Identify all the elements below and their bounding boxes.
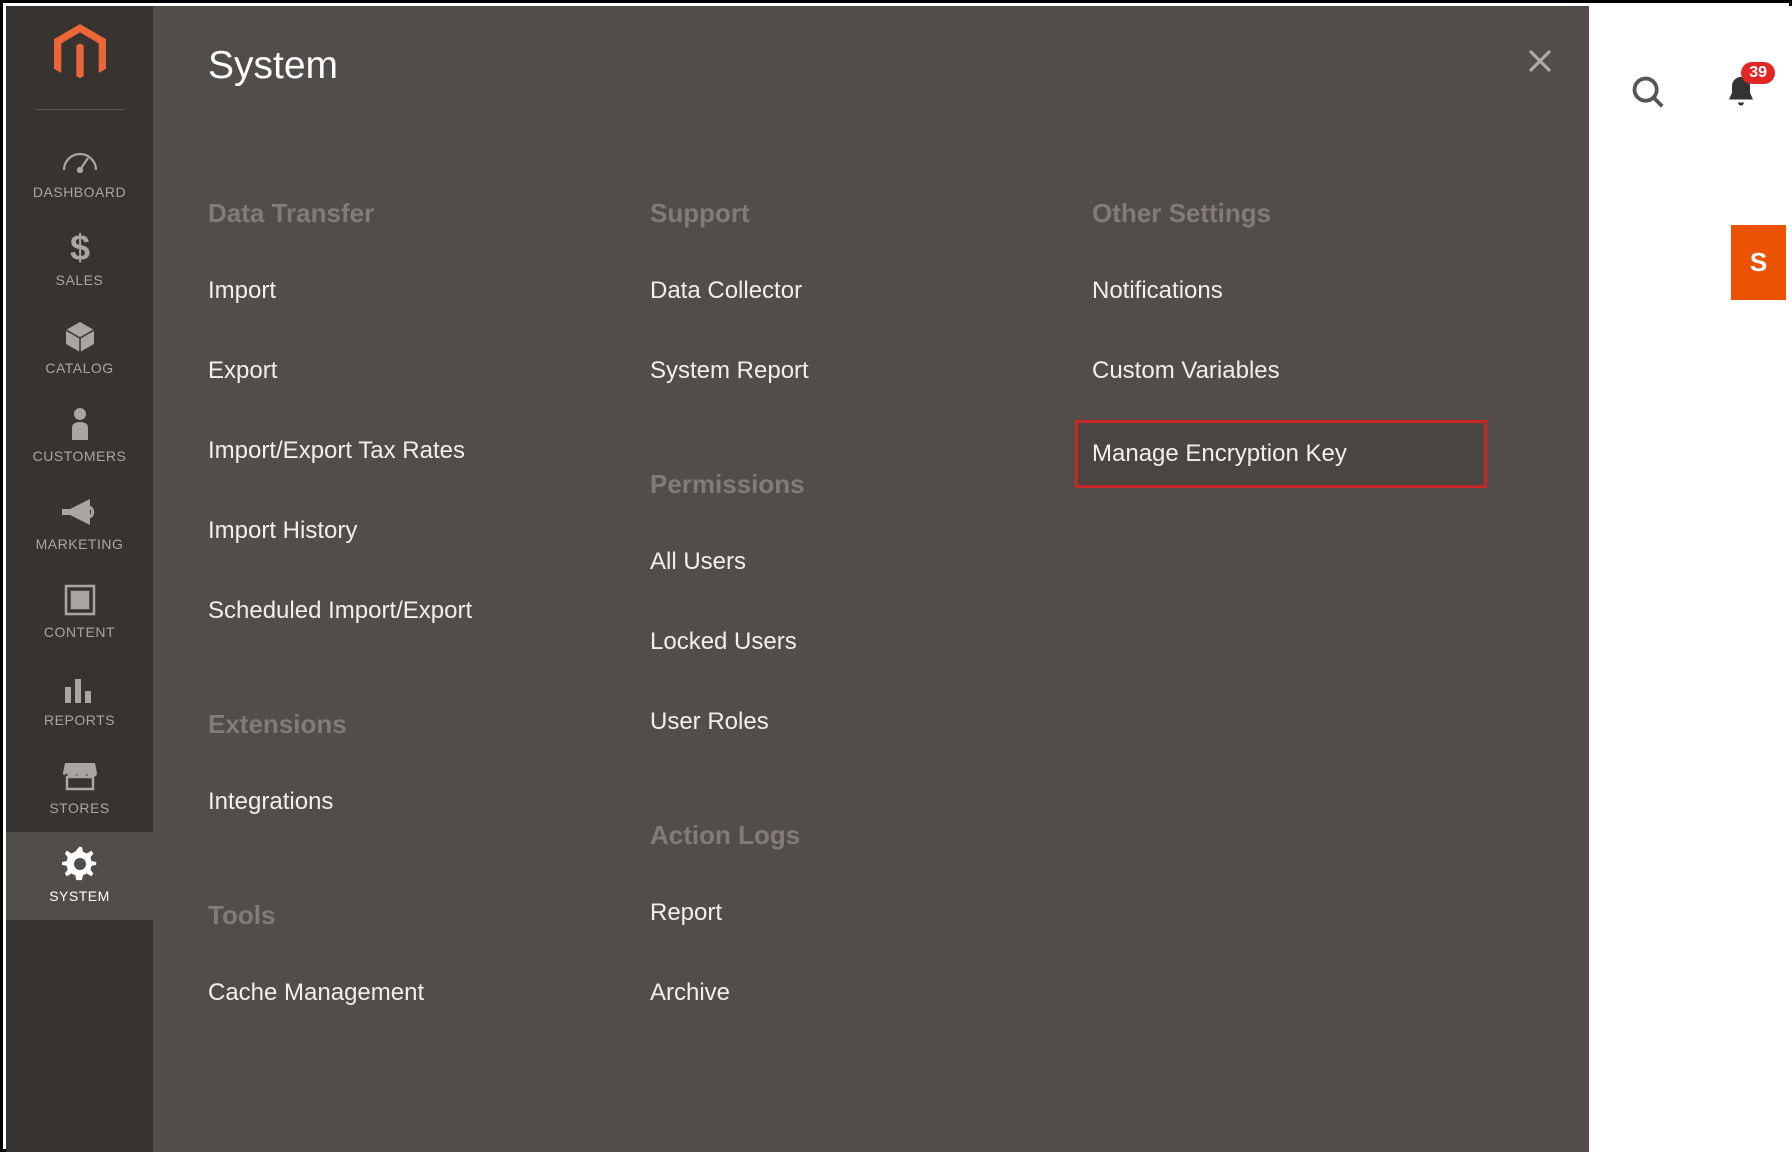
group-heading-extensions: Extensions — [208, 709, 610, 740]
sidebar-item-label: CONTENT — [44, 624, 115, 640]
menu-notifications[interactable]: Notifications — [1092, 277, 1494, 305]
gear-icon — [62, 846, 98, 882]
menu-scheduled-import-export[interactable]: Scheduled Import/Export — [208, 597, 610, 625]
menu-locked-users[interactable]: Locked Users — [650, 628, 1052, 656]
magento-logo[interactable] — [54, 24, 106, 89]
catalog-icon — [62, 318, 98, 354]
svg-text:$: $ — [69, 230, 89, 266]
menu-import-history[interactable]: Import History — [208, 517, 610, 545]
highlighted-menu-item: Manage Encryption Key — [1075, 420, 1487, 488]
sidebar-item-sales[interactable]: $ SALES — [6, 216, 153, 304]
magento-logo-icon — [54, 24, 106, 84]
search-icon — [1629, 73, 1667, 111]
menu-user-roles[interactable]: User Roles — [650, 708, 1052, 736]
customers-icon — [68, 406, 92, 442]
menu-integrations[interactable]: Integrations — [208, 788, 610, 816]
sidebar-item-label: CATALOG — [45, 360, 113, 376]
megaphone-icon — [60, 494, 100, 530]
sidebar-item-label: SYSTEM — [49, 888, 110, 904]
reports-icon — [63, 670, 97, 706]
sidebar-item-label: SALES — [56, 272, 104, 288]
menu-export[interactable]: Export — [208, 357, 610, 385]
group-heading-tools: Tools — [208, 900, 610, 931]
menu-report[interactable]: Report — [650, 899, 1052, 927]
menu-archive[interactable]: Archive — [650, 979, 1052, 1007]
flyout-column-3: Other Settings Notifications Custom Vari… — [1092, 198, 1534, 1059]
close-flyout-button[interactable] — [1525, 46, 1555, 81]
menu-data-collector[interactable]: Data Collector — [650, 277, 1052, 305]
content-icon — [63, 582, 97, 618]
group-heading-action-logs: Action Logs — [650, 820, 1052, 851]
menu-import[interactable]: Import — [208, 277, 610, 305]
flyout-columns: Data Transfer Import Export Import/Expor… — [208, 198, 1534, 1059]
sidebar-item-dashboard[interactable]: DASHBOARD — [6, 128, 153, 216]
system-flyout-menu: System Data Transfer Import Export Impor… — [153, 6, 1589, 1152]
topbar-right: 39 — [1629, 73, 1759, 116]
sidebar-item-label: STORES — [49, 800, 109, 816]
group-heading-support: Support — [650, 198, 1052, 229]
sidebar-item-label: CUSTOMERS — [33, 448, 127, 464]
sidebar-item-content[interactable]: CONTENT — [6, 568, 153, 656]
menu-cache-management[interactable]: Cache Management — [208, 979, 610, 1007]
flyout-column-1: Data Transfer Import Export Import/Expor… — [208, 198, 650, 1059]
stores-icon — [61, 758, 99, 794]
flyout-title: System — [208, 44, 1534, 88]
notification-badge: 39 — [1741, 62, 1775, 84]
group-heading-other-settings: Other Settings — [1092, 198, 1494, 229]
page-background — [1589, 6, 1792, 1152]
dashboard-icon — [60, 142, 100, 178]
sidebar-item-stores[interactable]: STORES — [6, 744, 153, 832]
menu-manage-encryption-key[interactable]: Manage Encryption Key — [1092, 440, 1470, 468]
sidebar-item-label: REPORTS — [44, 712, 115, 728]
sidebar-item-customers[interactable]: CUSTOMERS — [6, 392, 153, 480]
sidebar-item-catalog[interactable]: CATALOG — [6, 304, 153, 392]
group-heading-permissions: Permissions — [650, 469, 1052, 500]
menu-import-export-tax-rates[interactable]: Import/Export Tax Rates — [208, 437, 610, 465]
menu-all-users[interactable]: All Users — [650, 548, 1052, 576]
sidebar-item-label: MARKETING — [36, 536, 124, 552]
primary-action-button-fragment[interactable]: S — [1731, 225, 1786, 300]
sidebar-item-label: DASHBOARD — [33, 184, 126, 200]
menu-custom-variables[interactable]: Custom Variables — [1092, 357, 1494, 385]
group-heading-data-transfer: Data Transfer — [208, 198, 610, 229]
sidebar-item-reports[interactable]: REPORTS — [6, 656, 153, 744]
dollar-icon: $ — [68, 230, 92, 266]
notifications-button[interactable]: 39 — [1723, 74, 1759, 115]
flyout-column-2: Support Data Collector System Report Per… — [650, 198, 1092, 1059]
sidebar-divider — [35, 109, 125, 110]
menu-system-report[interactable]: System Report — [650, 357, 1052, 385]
sidebar-item-marketing[interactable]: MARKETING — [6, 480, 153, 568]
sidebar-item-system[interactable]: SYSTEM — [6, 832, 153, 920]
search-button[interactable] — [1629, 73, 1667, 116]
close-icon — [1525, 46, 1555, 76]
admin-sidebar: DASHBOARD $ SALES CATALOG — [6, 6, 153, 1152]
